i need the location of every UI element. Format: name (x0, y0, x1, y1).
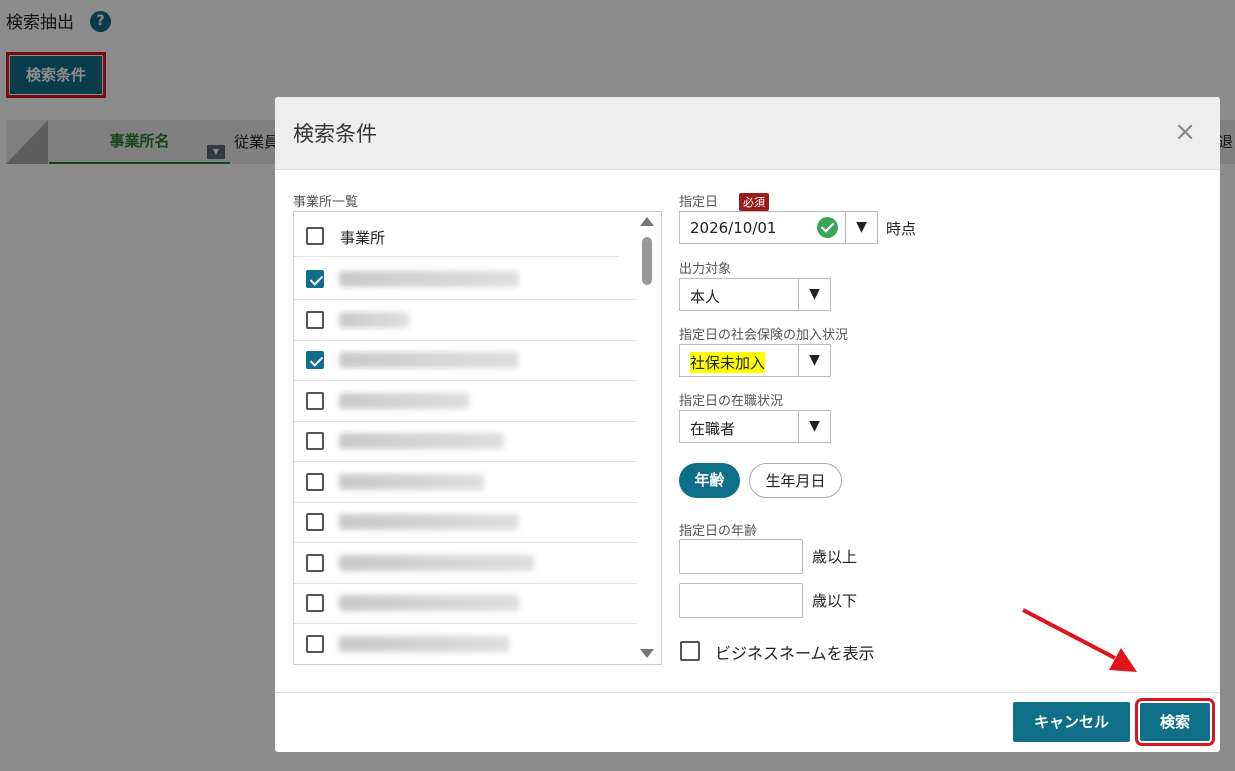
office-list-header-label: 事業所 (340, 229, 386, 247)
age-max-input[interactable] (679, 583, 803, 618)
office-name-redacted (339, 312, 409, 328)
office-list-header-row[interactable]: 事業所 (294, 216, 619, 257)
list-item[interactable] (294, 421, 637, 462)
designated-date-suffix: 時点 (886, 220, 917, 238)
valid-check-icon (817, 217, 838, 238)
scroll-up-arrow-icon[interactable] (640, 217, 654, 226)
office-name-redacted (339, 514, 519, 530)
cancel-button[interactable]: キャンセル (1013, 702, 1130, 742)
list-item[interactable] (294, 462, 637, 503)
output-target-label: 出力対象 (679, 262, 732, 277)
dialog-header: 検索条件 × (275, 97, 1220, 170)
chevron-down-icon[interactable]: ▼ (798, 411, 830, 442)
date-dropdown-icon[interactable]: ▼ (845, 212, 877, 243)
social-insurance-value: 社保未加入 (690, 352, 766, 373)
list-item[interactable] (294, 543, 637, 584)
office-name-redacted (339, 393, 469, 409)
office-checkbox[interactable] (306, 432, 324, 450)
employment-status-select[interactable]: 在職者 ▼ (679, 410, 831, 443)
list-item[interactable] (294, 381, 637, 422)
office-name-redacted (339, 636, 509, 652)
social-insurance-select[interactable]: 社保未加入 ▼ (679, 344, 831, 377)
list-scrollbar-thumb[interactable] (642, 237, 652, 285)
dialog-title: 検索条件 (293, 122, 377, 146)
age-label: 指定日の年齢 (679, 524, 758, 539)
business-name-label: ビジネスネームを表示 (715, 644, 875, 663)
office-checkbox[interactable] (306, 311, 324, 329)
employment-status-value: 在職者 (690, 420, 736, 438)
office-checkbox[interactable] (306, 594, 324, 612)
list-item[interactable] (294, 300, 637, 341)
scroll-down-arrow-icon[interactable] (640, 649, 654, 658)
age-max-unit: 歳以下 (812, 592, 858, 610)
chevron-down-icon[interactable]: ▼ (798, 279, 830, 310)
age-toggle-button[interactable]: 年齢 (679, 463, 740, 498)
select-all-offices-checkbox[interactable] (306, 227, 324, 245)
office-name-redacted (339, 555, 534, 571)
dialog-footer-divider (275, 692, 1220, 693)
office-checkbox[interactable] (306, 392, 324, 410)
business-name-checkbox[interactable] (680, 641, 700, 661)
office-name-redacted (339, 474, 484, 490)
list-item[interactable] (294, 340, 637, 381)
designated-date-value: 2026/10/01 (690, 219, 777, 237)
birthdate-toggle-button[interactable]: 生年月日 (749, 463, 842, 498)
annotation-arrow-icon (1022, 608, 1137, 672)
office-checkbox[interactable] (306, 554, 324, 572)
office-name-redacted (339, 595, 519, 611)
list-item[interactable] (294, 624, 637, 664)
list-item[interactable] (294, 259, 637, 300)
list-item[interactable] (294, 583, 637, 624)
chevron-down-icon[interactable]: ▼ (798, 345, 830, 376)
close-icon[interactable]: × (1174, 119, 1196, 145)
office-checkbox[interactable] (306, 635, 324, 653)
office-name-redacted (339, 271, 519, 287)
age-min-input[interactable] (679, 539, 803, 574)
search-button[interactable]: 検索 (1135, 698, 1215, 746)
list-item[interactable] (294, 502, 637, 543)
office-name-redacted (339, 433, 504, 449)
office-list-label: 事業所一覧 (293, 195, 359, 210)
age-min-unit: 歳以上 (812, 548, 858, 566)
employment-status-label: 指定日の在職状況 (679, 394, 784, 409)
designated-date-label: 指定日 (679, 195, 719, 210)
output-target-value: 本人 (690, 288, 721, 306)
designated-date-field[interactable]: 2026/10/01 ▼ (679, 211, 878, 244)
office-checkbox[interactable] (306, 513, 324, 531)
output-target-select[interactable]: 本人 ▼ (679, 278, 831, 311)
required-badge: 必須 (739, 193, 769, 211)
office-checkbox[interactable] (306, 473, 324, 491)
social-insurance-label: 指定日の社会保険の加入状況 (679, 328, 849, 343)
office-name-redacted (339, 352, 519, 368)
office-list: 事業所 (293, 211, 662, 665)
office-checkbox[interactable] (306, 270, 324, 288)
office-checkbox[interactable] (306, 351, 324, 369)
